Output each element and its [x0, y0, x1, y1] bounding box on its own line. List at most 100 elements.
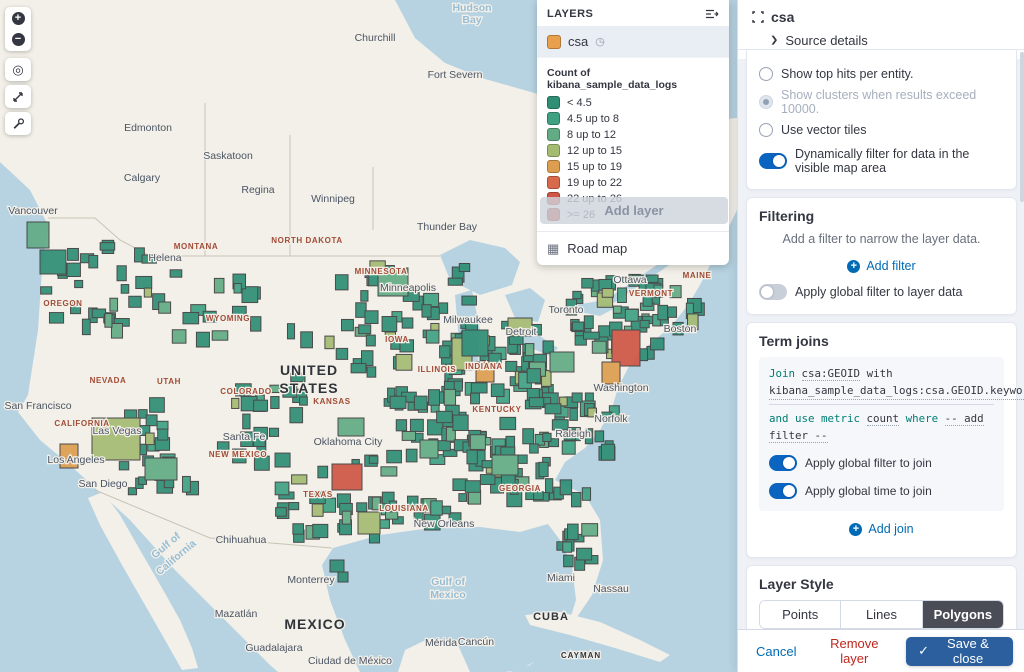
target-icon: ◎: [12, 63, 23, 76]
toggle-switch[interactable]: [769, 455, 797, 471]
tab-points[interactable]: Points: [760, 601, 841, 628]
remove-layer-button[interactable]: Remove layer: [812, 635, 896, 667]
tab-polygons[interactable]: Polygons: [923, 601, 1003, 628]
region-blob: [145, 458, 177, 480]
add-filter-button[interactable]: + Add filter: [759, 258, 1004, 274]
legend-label: 4.5 up to 8: [567, 113, 619, 125]
toggle-switch[interactable]: [759, 153, 787, 169]
term-joins-title: Term joins: [759, 333, 1004, 349]
legend-swatch: [547, 128, 560, 141]
region-blob: [438, 441, 450, 451]
region-blob: [560, 480, 571, 495]
map-label-city: Boston: [664, 323, 697, 335]
region-blob: [330, 560, 344, 572]
region-blob: [582, 488, 590, 501]
layer-style-card: Layer Style Points Lines Polygons Fill c…: [746, 565, 1017, 629]
region-blob: [287, 324, 294, 339]
add-join-button[interactable]: + Add join: [759, 521, 1004, 537]
region-blob: [545, 479, 552, 493]
region-blob: [146, 415, 157, 426]
region-blob: [402, 431, 415, 440]
layer-row-roadmap[interactable]: ▦ Road map: [537, 231, 729, 265]
legend-label: 15 up to 19: [567, 161, 622, 173]
add-layer-button[interactable]: Add layer: [540, 197, 728, 224]
region-blob: [158, 429, 168, 440]
measure-button[interactable]: [5, 85, 31, 108]
region-blob: [465, 481, 480, 493]
region-blob: [82, 319, 90, 334]
panel-scrollbar[interactable]: [1020, 52, 1024, 202]
region-blob: [89, 255, 98, 267]
metric-value[interactable]: count: [867, 412, 900, 426]
layer-row-csa[interactable]: csa ◷: [537, 26, 729, 57]
radio-vector-tiles[interactable]: Use vector tiles: [759, 123, 1004, 137]
layer-name: csa: [568, 34, 588, 49]
map-label-city: Minneapolis: [380, 282, 436, 294]
region-blob: [68, 248, 79, 260]
region-blob: [422, 305, 431, 317]
collapse-panel-icon[interactable]: [705, 8, 719, 20]
region-blob: [582, 278, 593, 288]
toggle-switch[interactable]: [769, 483, 797, 499]
region-blob: [381, 467, 397, 476]
legend-swatch: [547, 112, 560, 125]
join-right-field[interactable]: kibana_sample_data_logs:csa.GEOID.keywor…: [769, 383, 1024, 401]
region-blob: [361, 291, 368, 302]
map-label-state: WYOMING: [206, 314, 250, 323]
set-view-button[interactable]: ◎: [5, 58, 31, 81]
region-blob: [431, 501, 443, 515]
region-blob: [563, 542, 572, 552]
map-label-state: MAINE: [683, 271, 712, 280]
map-label-state: MONTANA: [174, 242, 219, 251]
chevron-right-icon: ❯: [770, 36, 778, 46]
toggle-switch[interactable]: [759, 284, 787, 300]
where-keyword: where: [906, 412, 939, 425]
region-blob: [426, 330, 439, 343]
region-blob: [500, 417, 516, 429]
region-blob: [613, 306, 621, 313]
legend-row: 19 up to 22: [547, 176, 719, 189]
cancel-button[interactable]: Cancel: [750, 643, 802, 660]
toggle-label: Dynamically filter for data in the visib…: [795, 147, 1004, 175]
map-label-water: Hudson: [452, 2, 491, 14]
join-left-field[interactable]: csa:GEOID: [802, 367, 861, 381]
map-label-city: Vancouver: [8, 205, 58, 217]
radio-icon: [759, 67, 773, 81]
region-blob: [506, 361, 517, 371]
map-label-country: CAYMAN: [561, 651, 601, 660]
map-label-country: STATES: [279, 380, 338, 396]
region-blob: [396, 420, 406, 431]
region-blob: [640, 320, 649, 327]
zoom-in-button[interactable]: +: [6, 8, 30, 29]
region-blob: [276, 508, 287, 517]
region-blob: [453, 415, 468, 430]
region-blob: [75, 280, 83, 287]
region-blob: [254, 400, 268, 411]
tab-lines[interactable]: Lines: [841, 601, 922, 628]
source-details-accordion[interactable]: ❯ Source details: [770, 33, 1011, 48]
map-label-city: Mérida: [425, 637, 457, 649]
map-label-state: KENTUCKY: [472, 405, 521, 414]
tools-button[interactable]: [5, 112, 31, 135]
save-close-button[interactable]: ✓ Save & close: [906, 637, 1013, 666]
region-blob: [471, 393, 480, 404]
map-label-state: NEW MEXICO: [209, 450, 267, 459]
region-blob: [136, 276, 152, 288]
map-label-city: Edmonton: [124, 122, 172, 134]
region-blob: [214, 278, 224, 292]
radio-show-clusters[interactable]: Show clusters when results exceed 10000.: [759, 88, 1004, 116]
map-label-city: Regina: [241, 184, 274, 196]
legend-row: 4.5 up to 8: [547, 112, 719, 125]
region-blob: [232, 398, 239, 408]
region-blob: [462, 296, 477, 305]
region-blob: [338, 418, 364, 436]
settings-scroll-area[interactable]: Show top hits per entity. Show clusters …: [738, 49, 1024, 629]
radio-top-hits[interactable]: Show top hits per entity.: [759, 67, 1004, 81]
region-blob: [646, 275, 658, 282]
plus-icon: +: [12, 12, 25, 25]
map-label-state: KANSAS: [313, 397, 350, 406]
region-blob: [444, 389, 455, 405]
map-label-city: Mazatlán: [215, 608, 258, 620]
wrench-icon: [12, 117, 25, 130]
zoom-out-button[interactable]: −: [6, 29, 30, 50]
